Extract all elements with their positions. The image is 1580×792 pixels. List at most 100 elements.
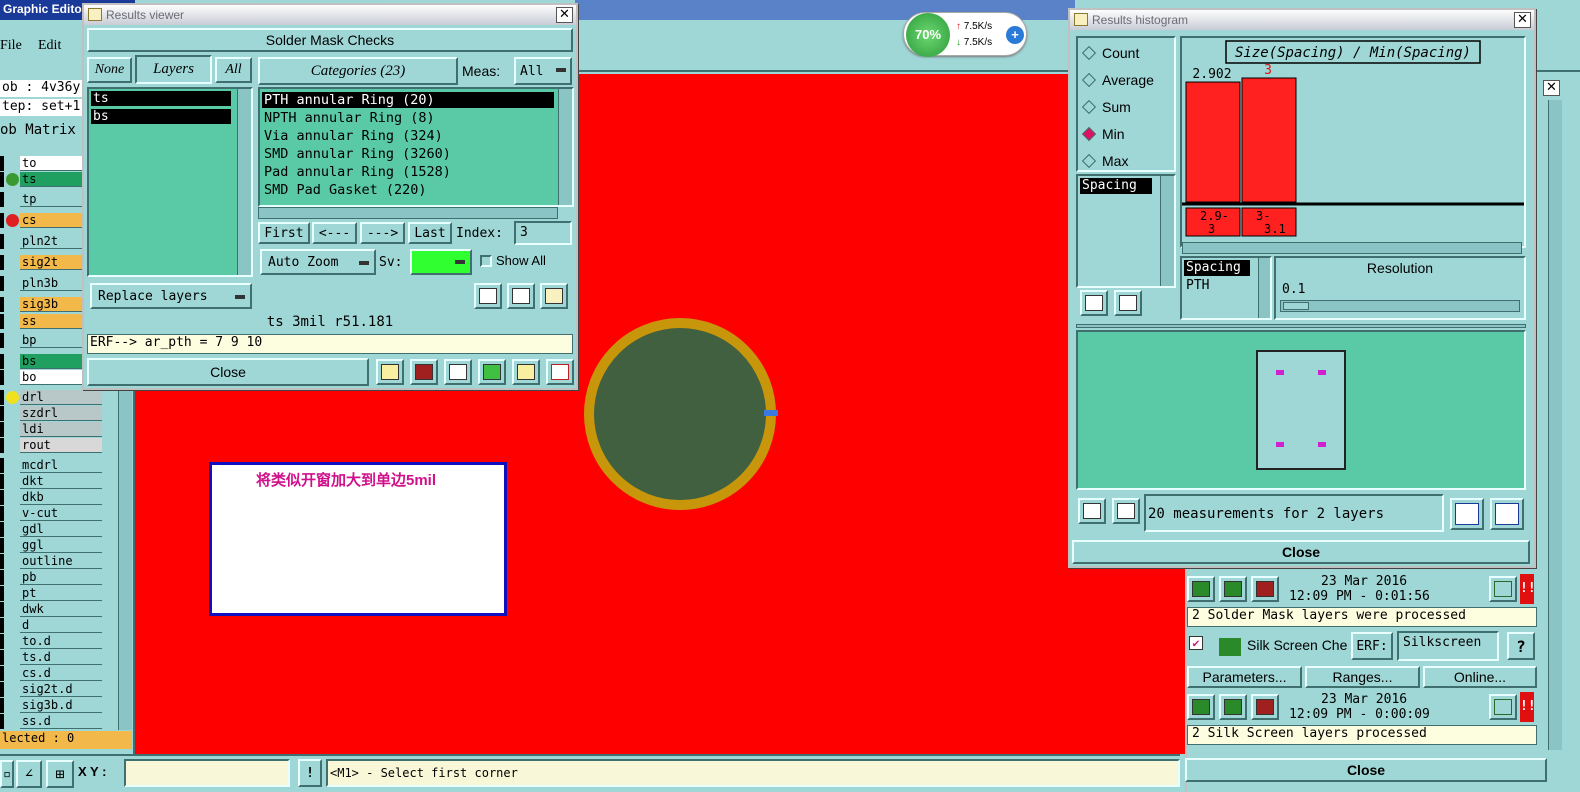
layer-ggl[interactable]: ggl	[20, 538, 102, 553]
layer-sig2t.d-marker[interactable]	[0, 682, 4, 697]
layer-v-cut[interactable]: v-cut	[20, 506, 102, 521]
replace-layers-dropdown[interactable]: Replace layers	[90, 283, 252, 309]
run-icon-3[interactable]	[1251, 576, 1279, 602]
tool-icon-2[interactable]	[410, 359, 438, 385]
angle-icon[interactable]: ∠	[16, 760, 42, 788]
run-icon-6[interactable]	[1251, 694, 1279, 720]
measure-list[interactable]: Spacing	[1076, 174, 1176, 288]
layer-to-marker[interactable]	[0, 156, 4, 171]
zoom-icon-2[interactable]	[1489, 694, 1517, 720]
mode-radio-count[interactable]: Count	[1081, 44, 1174, 64]
menu-edit[interactable]: Edit	[38, 38, 61, 54]
auto-zoom-dropdown[interactable]: Auto Zoom	[260, 249, 376, 275]
none-button[interactable]: None	[87, 57, 132, 83]
layer-dkt-marker[interactable]	[0, 474, 4, 489]
layer-rout-marker[interactable]	[0, 438, 4, 453]
run-icon-5[interactable]	[1219, 694, 1247, 720]
categories-hscroll[interactable]	[258, 207, 558, 219]
run-icon-2[interactable]	[1219, 576, 1247, 602]
layer-outline-marker[interactable]	[0, 554, 4, 569]
layer-bp-marker[interactable]	[0, 333, 4, 348]
mode-radio-sum[interactable]: Sum	[1081, 98, 1174, 118]
run-icon-1[interactable]	[1187, 576, 1215, 602]
help-button[interactable]: ?	[1507, 632, 1535, 660]
category-item[interactable]: SMD Pad Gasket (220)	[262, 182, 554, 198]
category-item[interactable]: NPTH annular Ring (8)	[262, 110, 554, 126]
layer-ggl-marker[interactable]	[0, 538, 4, 553]
matrix-label[interactable]: ob Matrix	[0, 122, 76, 138]
layer-ts.d-marker[interactable]	[0, 650, 4, 665]
index-input[interactable]: 3	[514, 221, 572, 245]
category-item[interactable]: Pad annular Ring (1528)	[262, 164, 554, 180]
category-item[interactable]: PTH annular Ring (20)	[262, 92, 554, 108]
layer-drl-marker[interactable]	[0, 390, 4, 405]
layer-pt-marker[interactable]	[0, 586, 4, 601]
layer-sig2t-marker[interactable]	[0, 255, 4, 270]
warning-button[interactable]: !	[298, 759, 322, 787]
grid-icon[interactable]: ⊞	[46, 760, 74, 788]
histogram-titlebar[interactable]: Results histogram	[1070, 10, 1534, 30]
categories-list[interactable]: PTH annular Ring (20) NPTH annular Ring (…	[258, 87, 574, 207]
checklist-close-button[interactable]: Close	[1185, 758, 1547, 782]
sub-list[interactable]: Spacing PTH	[1180, 256, 1272, 320]
ref-icon[interactable]	[507, 283, 535, 309]
export-icon-2[interactable]	[1490, 498, 1524, 530]
silk-checkbox[interactable]: ✔	[1189, 636, 1203, 650]
layer-cs.d-marker[interactable]	[0, 666, 4, 681]
background-close-icon[interactable]: ✕	[1543, 80, 1560, 96]
mode-radio-min[interactable]: Min	[1081, 125, 1174, 145]
layer-cs-marker[interactable]	[0, 213, 4, 228]
histogram-ref-icon[interactable]	[1114, 290, 1142, 316]
mode-radio-max[interactable]: Max	[1081, 152, 1174, 172]
layer-pb[interactable]: pb	[20, 570, 102, 585]
layer-bs-marker[interactable]	[0, 354, 4, 369]
prev-button[interactable]: <---	[312, 222, 357, 244]
layer-ss.d-marker[interactable]	[0, 714, 4, 729]
layer-select-list[interactable]: ts bs	[87, 87, 253, 277]
xy-input[interactable]	[124, 759, 290, 787]
layer-szdrl-marker[interactable]	[0, 406, 4, 421]
ranges-button[interactable]: Ranges...	[1305, 666, 1420, 688]
layer-ts.d[interactable]: ts.d	[20, 650, 102, 665]
layer-pb-marker[interactable]	[0, 570, 4, 585]
results-viewer-titlebar[interactable]: Results viewer	[84, 5, 576, 25]
layer-gdl-marker[interactable]	[0, 522, 4, 537]
layer-sig2t.d[interactable]: sig2t.d	[20, 682, 102, 697]
tool-icon-4[interactable]	[478, 359, 506, 385]
layer-d[interactable]: d	[20, 618, 102, 633]
delete-icon[interactable]	[474, 283, 502, 309]
tool-icon-5[interactable]	[512, 359, 540, 385]
layer-dkb[interactable]: dkb	[20, 490, 102, 505]
zoom-icon-1[interactable]	[1489, 576, 1517, 602]
first-button[interactable]: First	[258, 222, 310, 244]
histogram-icon[interactable]	[546, 359, 574, 385]
right-scrollbar[interactable]	[1548, 100, 1562, 750]
layer-ldi-marker[interactable]	[0, 422, 4, 437]
layer-to.d[interactable]: to.d	[20, 634, 102, 649]
category-item[interactable]: SMD annular Ring (3260)	[262, 146, 554, 162]
results-viewer-close-button[interactable]: Close	[87, 358, 369, 386]
layer-mcdrl[interactable]: mcdrl	[20, 458, 102, 473]
layer-select-item-bs[interactable]: bs	[91, 109, 231, 124]
erf-button[interactable]: ERF:	[1351, 632, 1393, 660]
sv-color-dropdown[interactable]	[410, 249, 472, 275]
layer-tp-marker[interactable]	[0, 192, 4, 207]
all-button[interactable]: All	[215, 57, 252, 83]
mode-radio-average[interactable]: Average	[1081, 71, 1174, 91]
layer-sig3b.d[interactable]: sig3b.d	[20, 698, 102, 713]
layer-list-scrollbar[interactable]	[237, 89, 251, 275]
layer-ss.d[interactable]: ss.d	[20, 714, 102, 729]
layer-dwk-marker[interactable]	[0, 602, 4, 617]
categories-scrollbar[interactable]	[558, 89, 572, 205]
layer-dkt[interactable]: dkt	[20, 474, 102, 489]
chart-hscroll[interactable]	[1182, 242, 1522, 254]
layers-button[interactable]: Layers	[135, 55, 212, 84]
layer-select-item-ts[interactable]: ts	[91, 91, 231, 106]
layer-ss-marker[interactable]	[0, 314, 4, 329]
run-icon-4[interactable]	[1187, 694, 1215, 720]
layer-mcdrl-marker[interactable]	[0, 458, 4, 473]
undo-icon[interactable]	[540, 283, 568, 309]
layer-ts-marker[interactable]	[0, 172, 4, 187]
status-icon-1[interactable]: ▫	[0, 760, 14, 788]
parameters-button[interactable]: Parameters...	[1187, 666, 1302, 688]
